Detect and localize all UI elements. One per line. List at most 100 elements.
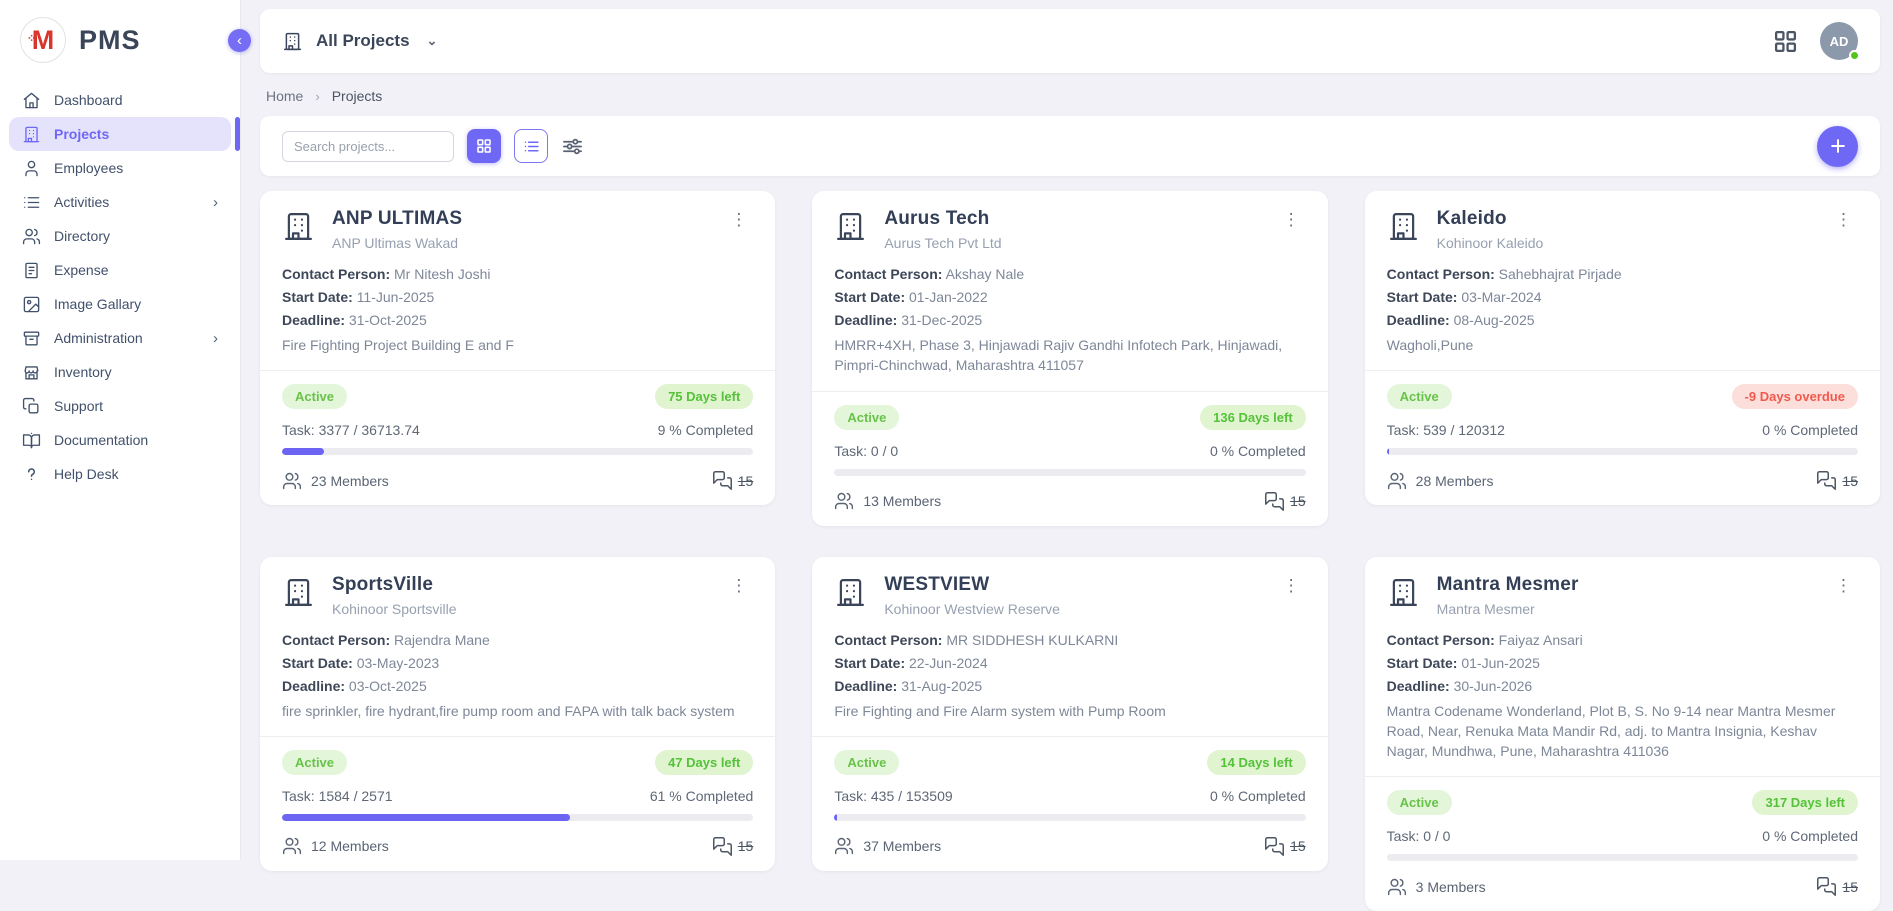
progress-fill <box>282 448 324 455</box>
chat-button[interactable]: 15 <box>1816 470 1858 491</box>
project-card[interactable]: Kaleido Kohinoor Kaleido ⋮ Contact Perso… <box>1365 191 1880 505</box>
project-subtitle: Kohinoor Kaleido <box>1437 235 1544 251</box>
search-input[interactable] <box>282 131 454 162</box>
sidebar-item-activities[interactable]: Activities › <box>9 185 231 219</box>
list-view-button[interactable] <box>514 129 548 163</box>
sidebar-item-label: Support <box>54 398 103 414</box>
members-button[interactable]: 3 Members <box>1387 877 1486 897</box>
members-button[interactable]: 13 Members <box>834 491 941 511</box>
deadline-label: Deadline: <box>282 678 345 694</box>
start-date-value: 22-Jun-2024 <box>909 655 988 671</box>
users-icon <box>22 227 41 246</box>
status-badge: Active <box>834 750 899 775</box>
sidebar-item-support[interactable]: Support <box>9 389 231 423</box>
receipt-icon <box>22 261 41 280</box>
card-menu-button[interactable]: ⋮ <box>1829 574 1858 598</box>
project-card[interactable]: WESTVIEW Kohinoor Westview Reserve ⋮ Con… <box>812 557 1327 871</box>
avatar[interactable]: AD <box>1820 22 1858 60</box>
chat-button[interactable]: 15 <box>712 836 754 857</box>
members-button[interactable]: 23 Members <box>282 471 389 491</box>
card-menu-button[interactable]: ⋮ <box>1277 574 1306 598</box>
sidebar-item-directory[interactable]: Directory <box>9 219 231 253</box>
project-card[interactable]: SportsVille Kohinoor Sportsville ⋮ Conta… <box>260 557 775 871</box>
divider <box>812 736 1327 737</box>
project-name: Aurus Tech <box>884 208 1001 230</box>
sidebar-item-label: Image Gallary <box>54 296 141 312</box>
avatar-initials: AD <box>1830 34 1849 49</box>
project-name: SportsVille <box>332 574 457 596</box>
chat-button[interactable]: 15 <box>712 470 754 491</box>
divider <box>260 736 775 737</box>
sidebar-item-label: Activities <box>54 194 109 210</box>
chat-button[interactable]: 15 <box>1264 836 1306 857</box>
card-menu-button[interactable]: ⋮ <box>724 208 753 232</box>
project-name: ANP ULTIMAS <box>332 208 462 230</box>
sidebar-collapse-button[interactable]: ‹ <box>228 29 251 52</box>
chat-count: 15 <box>738 838 754 854</box>
sidebar-item-help-desk[interactable]: Help Desk <box>9 457 231 491</box>
members-button[interactable]: 28 Members <box>1387 471 1494 491</box>
project-subtitle: Kohinoor Westview Reserve <box>884 601 1060 617</box>
app-title: PMS <box>79 25 141 56</box>
sidebar-item-label: Employees <box>54 160 123 176</box>
days-badge: -9 Days overdue <box>1732 384 1858 409</box>
start-date-value: 03-Mar-2024 <box>1461 289 1541 305</box>
sidebar-item-label: Expense <box>54 262 108 278</box>
filter-button[interactable] <box>561 135 584 158</box>
card-menu-button[interactable]: ⋮ <box>1277 208 1306 232</box>
contact-label: Contact Person: <box>1387 266 1495 282</box>
sidebar-item-employees[interactable]: Employees <box>9 151 231 185</box>
task-count: Task: 0 / 0 <box>834 443 898 459</box>
add-project-button[interactable] <box>1817 126 1858 167</box>
card-menu-button[interactable]: ⋮ <box>1829 208 1858 232</box>
sidebar-item-dashboard[interactable]: Dashboard <box>9 83 231 117</box>
chat-bubbles-icon <box>1264 836 1285 857</box>
image-icon <box>22 295 41 314</box>
project-scope-dropdown[interactable]: All Projects ⌄ <box>282 31 437 52</box>
sidebar-item-projects[interactable]: Projects <box>9 117 231 151</box>
deadline-label: Deadline: <box>1387 312 1450 328</box>
breadcrumb-current[interactable]: Projects <box>332 88 383 104</box>
completed-percent: 9 % Completed <box>658 422 754 438</box>
sidebar-item-documentation[interactable]: Documentation <box>9 423 231 457</box>
progress-bar <box>282 448 753 455</box>
building-icon <box>282 576 315 614</box>
online-status-dot <box>1849 50 1860 61</box>
sidebar-item-administration[interactable]: Administration › <box>9 321 231 355</box>
start-date-label: Start Date: <box>834 655 905 671</box>
chevron-down-icon: ⌄ <box>427 33 438 49</box>
members-button[interactable]: 37 Members <box>834 836 941 856</box>
project-card[interactable]: ANP ULTIMAS ANP Ultimas Wakad ⋮ Contact … <box>260 191 775 505</box>
sidebar-item-label: Documentation <box>54 432 148 448</box>
deadline-value: 31-Dec-2025 <box>901 312 982 328</box>
chat-button[interactable]: 15 <box>1816 876 1858 897</box>
breadcrumb-home[interactable]: Home <box>266 88 303 104</box>
sidebar-item-expense[interactable]: Expense <box>9 253 231 287</box>
contact-label: Contact Person: <box>282 632 390 648</box>
progress-bar <box>834 469 1305 476</box>
project-card[interactable]: Aurus Tech Aurus Tech Pvt Ltd ⋮ Contact … <box>812 191 1327 526</box>
sidebar-item-image-gallery[interactable]: Image Gallary <box>9 287 231 321</box>
sidebar-item-label: Help Desk <box>54 466 119 482</box>
chat-count: 15 <box>1290 493 1306 509</box>
sidebar-item-inventory[interactable]: Inventory <box>9 355 231 389</box>
contact-value: Faiyaz Ansari <box>1499 632 1583 648</box>
card-menu-button[interactable]: ⋮ <box>724 574 753 598</box>
status-badge: Active <box>1387 790 1452 815</box>
project-card[interactable]: Mantra Mesmer Mantra Mesmer ⋮ Contact Pe… <box>1365 557 1880 911</box>
progress-bar <box>1387 854 1858 861</box>
plus-icon <box>1828 136 1848 156</box>
main-content: All Projects ⌄ AD Home › Projects <box>241 0 1893 860</box>
apps-grid-button[interactable] <box>1773 29 1798 54</box>
start-date-value: 01-Jun-2025 <box>1461 655 1540 671</box>
days-badge: 75 Days left <box>655 384 753 409</box>
members-count: 23 Members <box>311 473 389 489</box>
grid-view-button[interactable] <box>467 129 501 163</box>
projects-grid: ANP ULTIMAS ANP Ultimas Wakad ⋮ Contact … <box>260 191 1880 911</box>
days-badge: 136 Days left <box>1200 405 1306 430</box>
chat-button[interactable]: 15 <box>1264 491 1306 512</box>
progress-bar <box>282 814 753 821</box>
divider <box>1365 776 1880 777</box>
building-icon <box>834 210 867 248</box>
members-button[interactable]: 12 Members <box>282 836 389 856</box>
